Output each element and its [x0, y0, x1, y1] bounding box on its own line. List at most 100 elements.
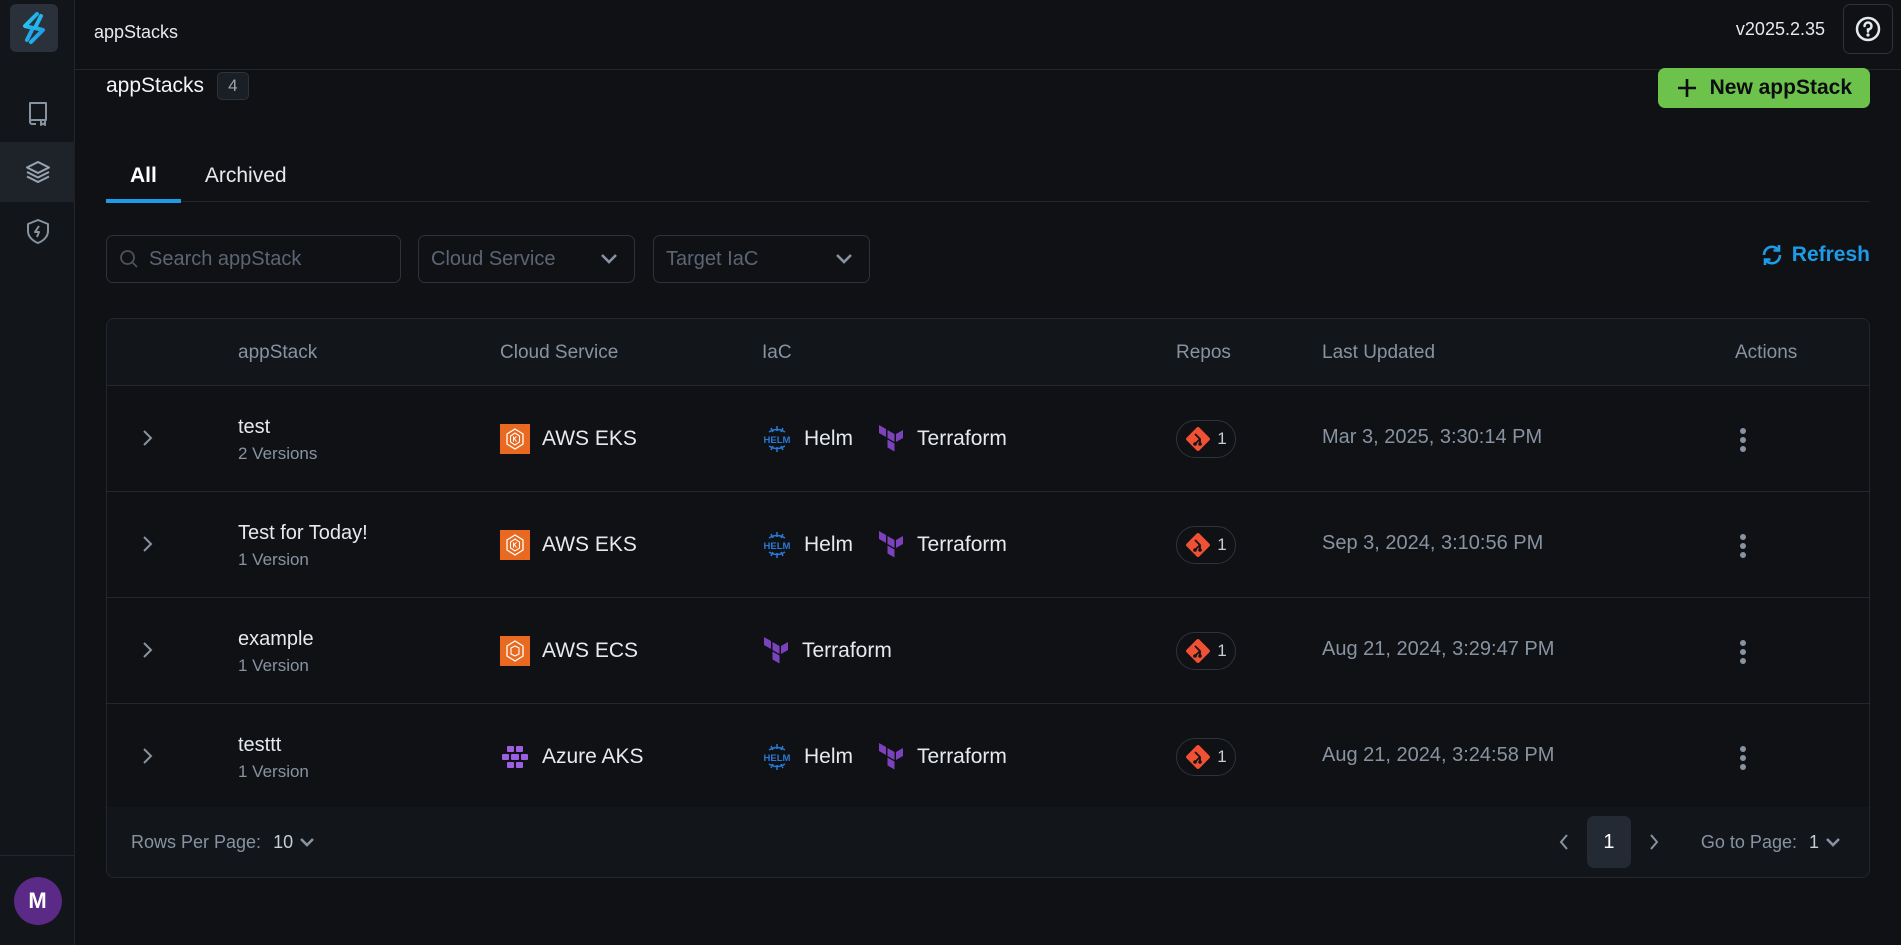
column-header-last-updated[interactable]: Last Updated: [1322, 342, 1435, 364]
search-icon: [120, 250, 138, 268]
iac-label: Terraform: [917, 533, 1007, 556]
row-actions-button[interactable]: [1729, 530, 1757, 562]
row-actions-button[interactable]: [1729, 424, 1757, 456]
cloud-service: Azure AKS: [500, 742, 644, 772]
user-avatar[interactable]: M: [13, 876, 62, 925]
iac-item: HELM Helm: [762, 530, 853, 560]
tab-archived[interactable]: Archived: [181, 150, 311, 202]
sidebar-item-docs[interactable]: [0, 83, 75, 143]
more-vertical-icon: [1740, 534, 1746, 558]
shield-bolt-icon: [26, 219, 49, 244]
search-input[interactable]: [149, 247, 379, 271]
terraform-icon: [877, 742, 905, 772]
row-actions-button[interactable]: [1729, 742, 1757, 774]
appstack-versions: 2 Versions: [238, 444, 318, 463]
repos-count: 1: [1217, 429, 1227, 448]
rows-per-page: Rows Per Page: 10: [131, 832, 315, 853]
column-header-repos[interactable]: Repos: [1176, 342, 1231, 364]
row-actions-button[interactable]: [1729, 636, 1757, 668]
azure-aks-icon: [500, 742, 530, 772]
appstack-name[interactable]: test: [238, 416, 270, 439]
cloud-service-label: AWS EKS: [542, 533, 637, 556]
git-icon: [1186, 427, 1211, 451]
iac-label: Terraform: [802, 639, 892, 662]
go-to-page-select[interactable]: 1: [1809, 832, 1841, 853]
table-row[interactable]: testtt 1 Version Azure AKS HELM Helm Terra…: [107, 704, 1869, 810]
iac-label: Terraform: [917, 745, 1007, 768]
sidebar-item-security[interactable]: [0, 201, 75, 261]
appstack-name[interactable]: example: [238, 628, 314, 651]
aws-eks-icon: [500, 424, 530, 454]
table-body: test 2 Versions AWS EKS HELM Helm Terrafor…: [107, 386, 1869, 810]
cloud-service-label: AWS ECS: [542, 639, 639, 662]
new-appstack-button[interactable]: New appStack: [1657, 68, 1870, 108]
target-iac-select[interactable]: Target IaC: [653, 235, 870, 283]
repos-count: 1: [1217, 641, 1227, 660]
new-appstack-label: New appStack: [1709, 76, 1852, 99]
appstack-name[interactable]: Test for Today!: [238, 522, 368, 545]
go-to-page: Go to Page: 1: [1701, 832, 1841, 853]
iac-label: Helm: [804, 745, 854, 768]
iac-list: Terraform: [762, 636, 904, 666]
chevron-down-icon: [300, 838, 315, 847]
helm-icon: HELM: [762, 742, 792, 772]
count-badge: 4: [217, 72, 249, 100]
cloud-service: AWS ECS: [500, 636, 638, 666]
table-footer: Rows Per Page: 10 1 Go to Page: 1: [107, 807, 1869, 877]
iac-item: HELM Helm: [762, 742, 853, 772]
page-title-text: appStacks: [106, 74, 205, 97]
repos-badge[interactable]: 1: [1176, 738, 1236, 776]
go-to-page-label: Go to Page:: [1700, 831, 1797, 852]
column-header-actions: Actions: [1735, 342, 1798, 363]
appstack-versions: 1 Version: [238, 656, 309, 675]
svg-text:HELM: HELM: [764, 435, 791, 446]
repos-count: 1: [1217, 535, 1227, 554]
repos-badge[interactable]: 1: [1176, 420, 1236, 458]
table-row[interactable]: example 1 Version AWS ECS Terraform 1 Au…: [107, 598, 1869, 704]
cloud-service: AWS EKS: [500, 424, 637, 454]
logo-icon: [23, 12, 45, 44]
chevron-right-icon: [143, 430, 153, 446]
expand-row-button[interactable]: [135, 638, 159, 662]
refresh-button[interactable]: Refresh: [1760, 243, 1870, 267]
book-icon: [28, 102, 47, 126]
cloud-service-select[interactable]: Cloud Service: [418, 235, 635, 283]
cloud-service-label: AWS EKS: [542, 427, 637, 450]
more-vertical-icon: [1740, 640, 1746, 664]
table-header: appStack Cloud Service IaC Repos Last Up…: [107, 319, 1869, 386]
git-icon: [1186, 745, 1211, 769]
next-page-button[interactable]: [1639, 822, 1669, 862]
sidebar-item-appstacks[interactable]: [0, 142, 75, 202]
rows-per-page-select[interactable]: 10: [273, 832, 315, 853]
iac-list: HELM Helm Terraform: [762, 742, 1019, 772]
page-number-button[interactable]: 1: [1586, 816, 1631, 868]
page-title: appStacks 4: [106, 72, 249, 100]
table-row[interactable]: Test for Today! 1 Version AWS EKS HELM He…: [107, 492, 1869, 598]
rows-per-page-value: 10: [273, 831, 294, 852]
chevron-right-icon: [143, 748, 153, 764]
appstack-name[interactable]: testtt: [238, 734, 281, 757]
tab-all[interactable]: All: [106, 150, 181, 203]
repos-badge[interactable]: 1: [1176, 632, 1236, 670]
tab-bar: All Archived: [106, 150, 1870, 203]
column-header-appstack[interactable]: appStack: [238, 342, 317, 364]
top-bar: appStacks v2025.2.35: [75, 0, 1901, 70]
git-icon: [1186, 533, 1211, 557]
repos-badge[interactable]: 1: [1176, 526, 1236, 564]
help-button[interactable]: [1843, 4, 1893, 54]
chevron-down-icon: [836, 254, 852, 264]
pagination: 1 Go to Page: 1: [1549, 816, 1841, 868]
expand-row-button[interactable]: [135, 744, 159, 768]
git-icon: [1186, 639, 1211, 663]
column-header-iac[interactable]: IaC: [762, 342, 792, 364]
refresh-label: Refresh: [1791, 243, 1870, 266]
table-row[interactable]: test 2 Versions AWS EKS HELM Helm Terrafor…: [107, 386, 1869, 492]
column-header-cloud-service[interactable]: Cloud Service: [500, 342, 618, 364]
app-logo[interactable]: [10, 4, 58, 52]
iac-label: Helm: [804, 427, 854, 450]
expand-row-button[interactable]: [135, 532, 159, 556]
prev-page-button[interactable]: [1549, 822, 1579, 862]
expand-row-button[interactable]: [135, 426, 159, 450]
chevron-right-icon: [143, 536, 153, 552]
rows-per-page-label: Rows Per Page:: [131, 831, 262, 852]
